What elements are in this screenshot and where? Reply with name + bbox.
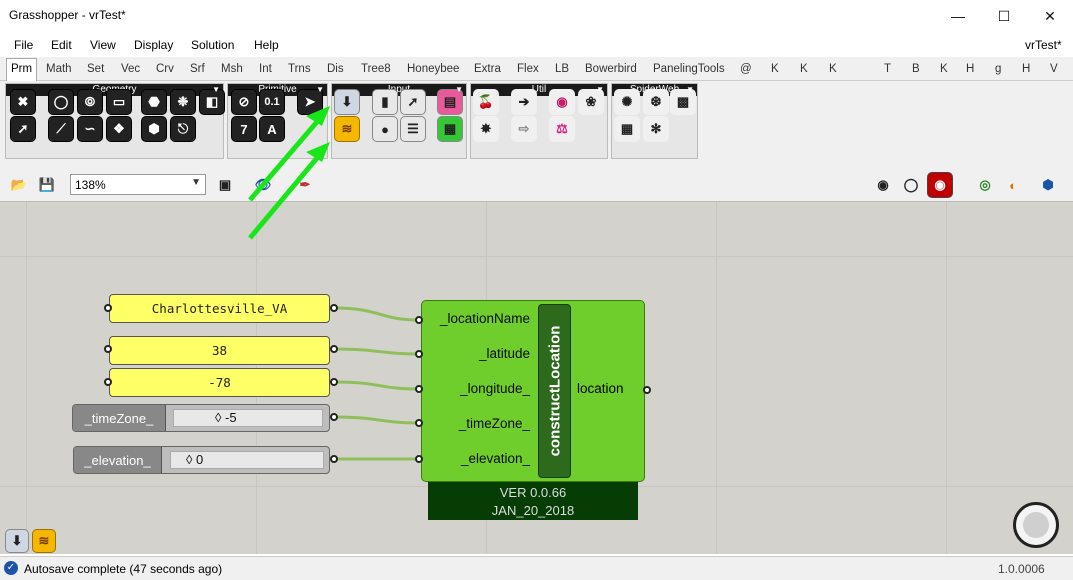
annotation-arrows <box>248 106 330 240</box>
version-number: 1.0.0006 <box>998 562 1045 576</box>
status-bar: ✓ Autosave complete (47 seconds ago) 1.0… <box>0 556 1073 580</box>
status-icon: ✓ <box>4 561 18 575</box>
status-message: Autosave complete (47 seconds ago) <box>24 562 223 576</box>
